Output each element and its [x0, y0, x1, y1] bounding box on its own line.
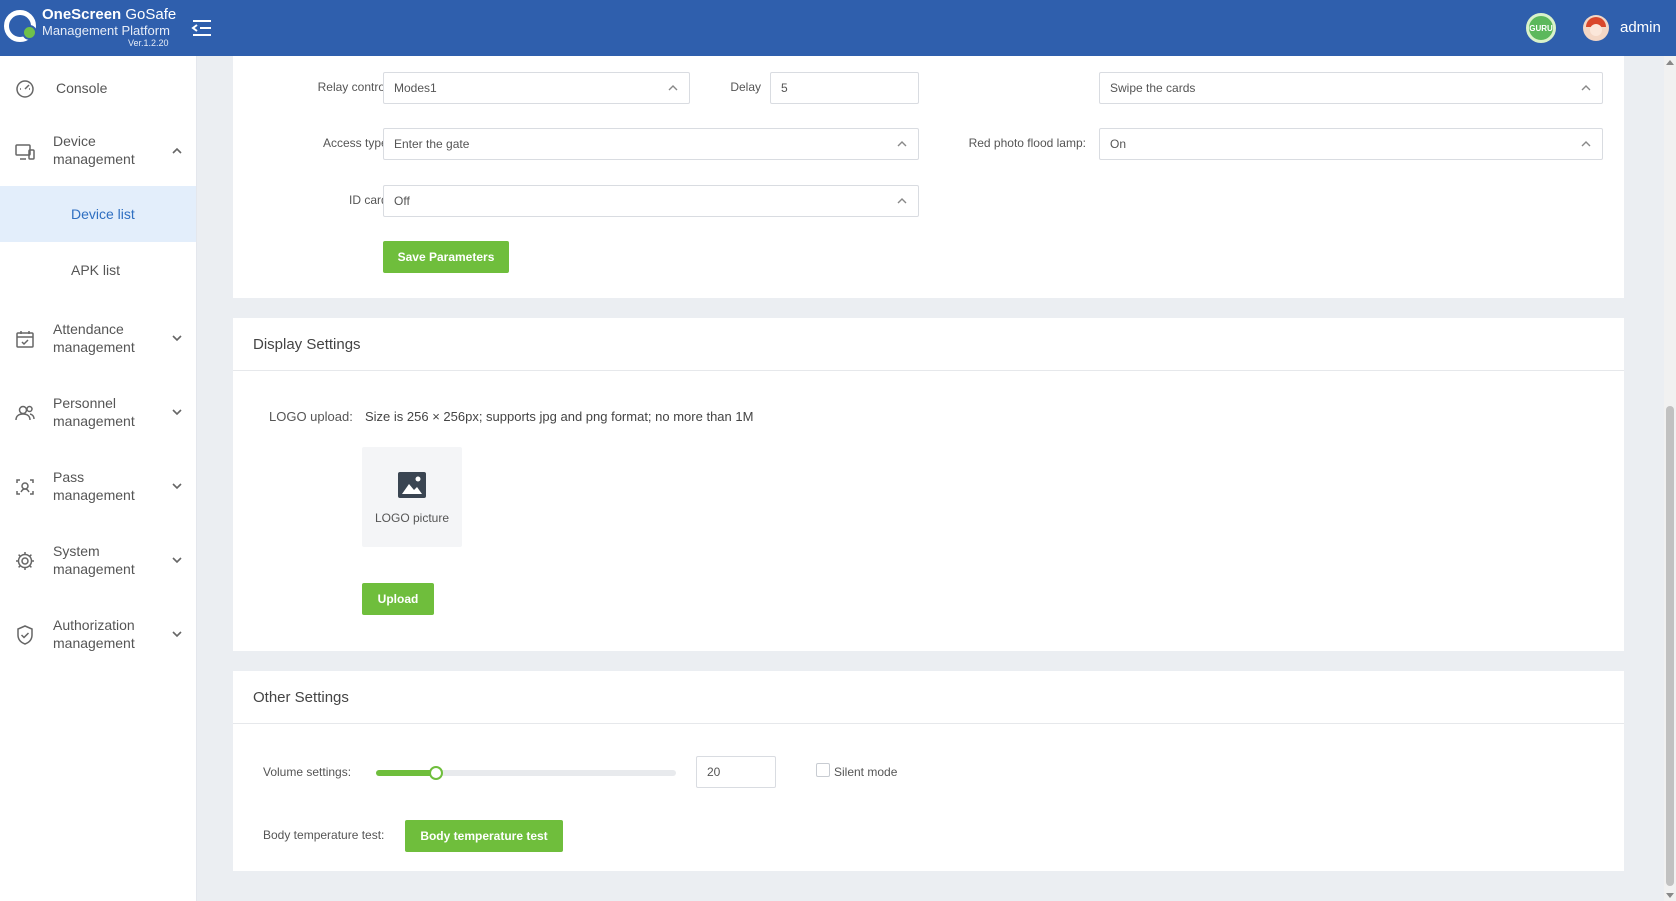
access-type-value: Enter the gate [394, 137, 470, 151]
users-icon [14, 402, 36, 424]
body-temperature-label: Body temperature test: [263, 828, 385, 842]
chevron-down-icon [170, 553, 184, 567]
body-temperature-test-button[interactable]: Body temperature test [405, 820, 563, 852]
display-settings-card: Display Settings LOGO upload: Size is 25… [233, 318, 1624, 651]
sidebar-item-system-management[interactable]: System management [0, 536, 197, 584]
id-card-label: ID card: [348, 193, 391, 207]
brand-subtitle: Management Platform [42, 23, 170, 38]
id-card-select[interactable]: Off [383, 185, 919, 217]
version-label: Ver.1.2.20 [128, 38, 169, 48]
id-card-value: Off [394, 194, 410, 208]
chevron-down-icon [170, 627, 184, 641]
guru-badge-icon[interactable]: GURU [1526, 13, 1556, 43]
image-icon [398, 472, 426, 498]
brand-logo[interactable]: OneScreen GoSafe Management Platform Ver… [4, 6, 176, 50]
sidebar-item-label: Authorization management [53, 617, 135, 651]
upload-button[interactable]: Upload [362, 583, 434, 615]
logo-icon [4, 10, 37, 42]
chevron-up-icon [896, 138, 908, 150]
sidebar-item-attendance-management[interactable]: Attendance management [0, 314, 197, 362]
delay-input[interactable]: 5 [770, 72, 919, 104]
gear-icon [14, 550, 36, 572]
volume-slider-fill [376, 770, 436, 776]
sidebar-item-console[interactable]: Console [0, 66, 197, 110]
menu-collapse-icon[interactable] [191, 18, 213, 38]
calendar-icon [14, 328, 36, 350]
chevron-up-icon [170, 144, 184, 158]
sidebar-item-label: System management [53, 543, 135, 577]
access-type-select[interactable]: Enter the gate [383, 128, 919, 160]
chevron-up-icon [1580, 82, 1592, 94]
sidebar-item-label: Personnel management [53, 395, 135, 429]
chevron-down-icon [170, 405, 184, 419]
dashboard-icon [14, 77, 36, 99]
sidebar-item-apk-list[interactable]: APK list [0, 242, 196, 298]
display-settings-title: Display Settings [233, 318, 1624, 371]
devices-icon [14, 141, 36, 163]
volume-input[interactable]: 20 [696, 756, 776, 788]
silent-mode-checkbox[interactable] [816, 763, 830, 777]
face-scan-icon [14, 476, 36, 498]
flood-lamp-select[interactable]: On [1099, 128, 1603, 160]
flood-lamp-value: On [1110, 137, 1127, 151]
user-name[interactable]: admin [1620, 19, 1661, 36]
access-type-label: Access type: [322, 136, 391, 150]
scroll-down-arrow-icon[interactable] [1666, 893, 1674, 898]
logo-picture-caption: LOGO picture [374, 511, 450, 525]
sidebar-item-personnel-management[interactable]: Personnel management [0, 388, 197, 436]
relay-control-label: Relay control: [317, 80, 391, 94]
other-settings-card: Other Settings Volume settings: 20 Silen… [233, 671, 1624, 871]
sidebar-item-device-management[interactable]: Device management [0, 128, 197, 176]
volume-settings-label: Volume settings: [263, 765, 352, 779]
sidebar-item-label: Attendance management [53, 321, 135, 355]
relay-control-value: Modes1 [394, 81, 437, 95]
delay-label: Delay [730, 80, 761, 94]
page-scrollbar[interactable] [1664, 56, 1676, 901]
chevron-down-icon [170, 331, 184, 345]
silent-mode-label: Silent mode [834, 765, 898, 779]
ic-card-value: Swipe the cards [1110, 81, 1196, 95]
scroll-up-arrow-icon[interactable] [1666, 60, 1674, 65]
logo-upload-box[interactable]: LOGO picture [362, 447, 462, 547]
brand-title: OneScreen GoSafe [42, 6, 177, 23]
sidebar-item-pass-management[interactable]: Pass management [0, 462, 197, 510]
logo-upload-label: LOGO upload: [269, 409, 353, 424]
top-header: OneScreen GoSafe Management Platform Ver… [0, 0, 1676, 56]
chevron-down-icon [170, 479, 184, 493]
scrollbar-thumb[interactable] [1666, 406, 1674, 886]
parameters-card: Relay control: Modes1 Delay 5 IC card: S… [233, 56, 1624, 298]
chevron-up-icon [1580, 138, 1592, 150]
sidebar: Console Device management Device list AP… [0, 56, 197, 901]
other-settings-title: Other Settings [233, 671, 1624, 724]
relay-control-select[interactable]: Modes1 [383, 72, 690, 104]
flood-lamp-label: Red photo flood lamp: [968, 136, 1086, 150]
chevron-up-icon [667, 82, 679, 94]
volume-slider[interactable] [376, 766, 676, 780]
ic-card-select[interactable]: Swipe the cards [1099, 72, 1603, 104]
chevron-up-icon [896, 195, 908, 207]
sidebar-item-label: Device management [53, 133, 135, 167]
user-avatar[interactable] [1583, 15, 1609, 41]
sidebar-item-label: Console [56, 80, 108, 96]
logo-upload-hint: Size is 256 × 256px; supports jpg and pn… [365, 409, 754, 424]
sidebar-item-label: Pass management [53, 469, 135, 503]
shield-icon [14, 624, 36, 646]
sidebar-item-device-list[interactable]: Device list [0, 186, 196, 242]
sidebar-item-authorization-management[interactable]: Authorization management [0, 610, 197, 658]
save-parameters-button[interactable]: Save Parameters [383, 241, 509, 273]
volume-slider-handle[interactable] [429, 766, 443, 780]
